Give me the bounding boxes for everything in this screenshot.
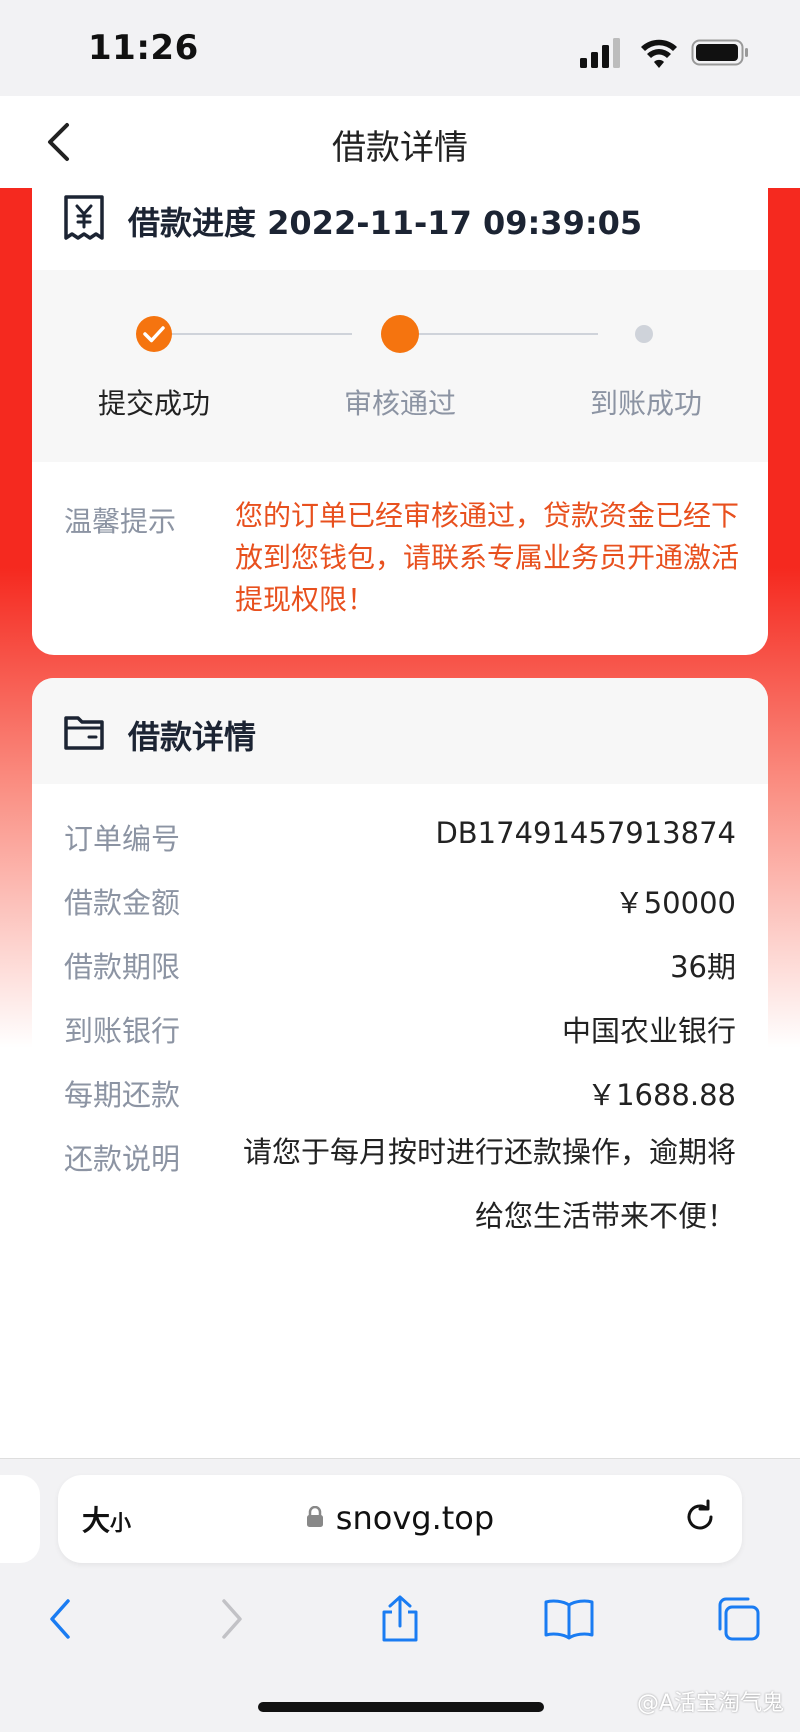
detail-row-installment: 每期还款 ￥1688.88 — [32, 1060, 768, 1124]
progress-title: 借款进度 2022-11-17 09:39:05 — [128, 204, 643, 242]
row-label: 每期还款 — [64, 1078, 181, 1112]
row-label: 还款说明 — [64, 1142, 181, 1176]
cellular-signal-icon — [580, 38, 620, 68]
step-connector — [152, 333, 352, 335]
row-label: 订单编号 — [64, 822, 181, 856]
wifi-icon — [641, 39, 677, 68]
tabs-button[interactable] — [708, 1589, 768, 1649]
tip-label: 温馨提示 — [64, 505, 177, 538]
row-value: ￥1688.88 — [587, 1078, 736, 1112]
receipt-icon — [64, 195, 104, 240]
tip-text: 您的订单已经审核通过，贷款资金已经下放到您钱包，请联系专属业务员开通激活提现权限… — [235, 499, 740, 616]
share-button[interactable] — [370, 1589, 430, 1649]
status-bar: 11:26 — [0, 0, 800, 96]
step-connector — [398, 333, 598, 335]
row-value: ￥50000 — [614, 886, 736, 920]
bookmarks-button[interactable] — [539, 1589, 599, 1649]
details-title: 借款详情 — [128, 718, 257, 756]
row-label: 借款金额 — [64, 886, 181, 920]
tabs-icon — [718, 1597, 760, 1641]
row-label: 借款期限 — [64, 950, 181, 984]
row-value: 中国农业银行 — [561, 1014, 736, 1048]
step-pending-dot — [635, 325, 653, 343]
folder-icon — [64, 716, 104, 750]
row-label: 到账银行 — [64, 1014, 181, 1048]
row-value: 36期 — [670, 950, 736, 984]
book-icon — [544, 1599, 594, 1640]
detail-row-order-number: 订单编号 DB17491457913874 — [32, 804, 768, 868]
detail-row-amount: 借款金额 ￥50000 — [32, 868, 768, 932]
progress-card-header: 借款进度 2022-11-17 09:39:05 — [32, 170, 768, 270]
row-value: DB17491457913874 — [435, 816, 736, 850]
url-display[interactable]: snovg.top — [58, 1499, 742, 1537]
loan-details-card: 借款详情 订单编号 DB17491457913874 借款金额 ￥50000 借… — [32, 678, 768, 1294]
previous-tab-preview[interactable] — [0, 1475, 40, 1563]
details-list: 订单编号 DB17491457913874 借款金额 ￥50000 借款期限 3… — [32, 804, 768, 1254]
address-bar[interactable]: 大小 snovg.top — [58, 1475, 742, 1563]
loan-progress-card: 借款进度 2022-11-17 09:39:05 提交成功 审核通过 到账成功 … — [32, 170, 768, 655]
battery-icon — [691, 39, 748, 66]
browser-forward-button[interactable] — [202, 1589, 262, 1649]
detail-row-repayment-note: 还款说明 请您于每月按时进行还款操作，逾期将给您生活带来不便！ — [32, 1124, 768, 1254]
detail-row-term: 借款期限 36期 — [32, 932, 768, 996]
url-text: snovg.top — [335, 1499, 495, 1537]
details-card-header: 借款详情 — [32, 678, 768, 784]
page-title: 借款详情 — [332, 128, 468, 168]
status-time: 11:26 — [88, 28, 199, 68]
progress-steps: 提交成功 审核通过 到账成功 — [32, 270, 768, 462]
browser-back-button[interactable] — [30, 1589, 90, 1649]
detail-row-bank: 到账银行 中国农业银行 — [32, 996, 768, 1060]
chevron-right-icon — [222, 1599, 242, 1639]
reload-icon[interactable] — [680, 1497, 720, 1537]
step-current-dot — [381, 315, 419, 353]
share-icon — [382, 1595, 418, 1642]
step-done-check-icon — [136, 316, 172, 352]
row-value: 请您于每月按时进行还款操作，逾期将给您生活带来不便！ — [242, 1135, 736, 1233]
chevron-left-icon — [50, 1599, 70, 1639]
step-label: 到账成功 — [589, 387, 702, 420]
watermark: @A活宝淘气鬼 — [636, 1691, 784, 1716]
status-icons — [580, 38, 748, 68]
step-label: 提交成功 — [97, 387, 210, 420]
step-label: 审核通过 — [343, 387, 456, 420]
home-indicator — [258, 1702, 544, 1712]
lock-icon — [306, 1506, 323, 1527]
